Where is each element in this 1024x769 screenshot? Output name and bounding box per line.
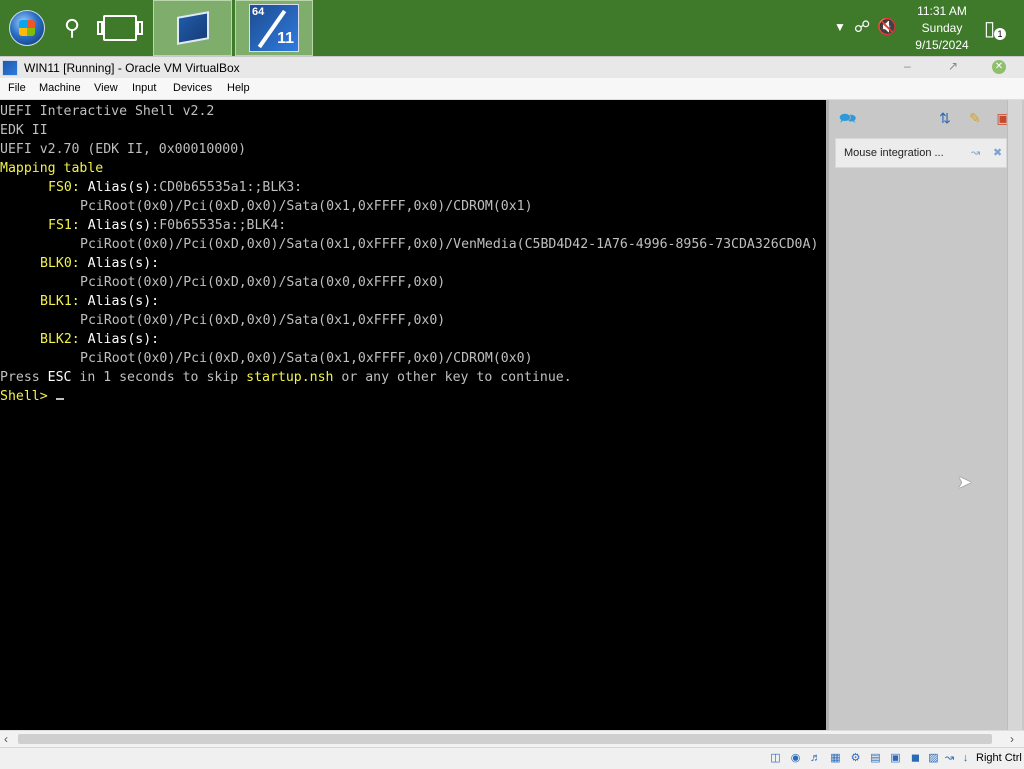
console-device-path: PciRoot(0x0)/Pci(0xD,0x0)/Sata(0x0,0xFFF… bbox=[80, 275, 446, 290]
close-button[interactable]: ✕ bbox=[992, 60, 1006, 74]
menu-file[interactable]: File bbox=[8, 82, 26, 94]
display-icon[interactable]: ▣ bbox=[888, 751, 903, 766]
scrollbar-thumb[interactable] bbox=[18, 734, 992, 744]
message-icon[interactable]: 🗪 bbox=[839, 110, 856, 126]
side-panel-scrollbar[interactable] bbox=[1007, 100, 1022, 730]
console-line-mapping-table: Mapping table bbox=[0, 161, 104, 176]
win11-vm-taskbar-button[interactable]: 64 11 bbox=[235, 0, 313, 56]
console-alias-value: :CD0b65535a1:;BLK3: bbox=[151, 180, 303, 195]
show-hidden-icons-chevron-icon[interactable]: ▼ bbox=[834, 20, 846, 34]
console-alias-label: Alias(s) bbox=[87, 180, 152, 195]
vm-badge-version: 11 bbox=[277, 30, 294, 47]
clock-day: Sunday bbox=[921, 21, 963, 35]
side-panel-toolbar: 🗪 ⇅ ✎ ▣ bbox=[829, 100, 1024, 134]
horizontal-scrollbar[interactable]: ‹ › bbox=[0, 730, 1024, 748]
audio-icon[interactable]: ♬ bbox=[808, 751, 823, 766]
start-button[interactable] bbox=[4, 0, 50, 56]
notification-side-panel: 🗪 ⇅ ✎ ▣ Mouse integration ... ↝ ✖ bbox=[826, 100, 1024, 730]
shared-folders-icon[interactable]: ▤ bbox=[868, 751, 883, 766]
network-icon[interactable]: ☍ bbox=[854, 17, 870, 37]
console-line-edk: EDK II bbox=[0, 123, 48, 138]
vm-badge-bits: 64 bbox=[252, 6, 265, 18]
clock[interactable]: 11:31 AM Sunday 9/15/2024 bbox=[894, 3, 990, 54]
scroll-left-icon[interactable]: ‹ bbox=[4, 732, 8, 746]
windows-start-orb bbox=[9, 10, 45, 46]
mouse-integration-label: Mouse integration ... bbox=[844, 147, 944, 159]
keyboard-capture-icon[interactable]: ↓ bbox=[958, 751, 973, 766]
console-alias-value: :F0b65535a:;BLK4: bbox=[151, 218, 287, 233]
taskbar: ⚲ 64 11 ▼ ☍ 🔇 11:31 AM Sunday 9/15/2024 … bbox=[0, 0, 1024, 56]
clock-date: 9/15/2024 bbox=[915, 38, 969, 52]
windows-11-vm-icon: 64 11 bbox=[249, 4, 299, 52]
console-alias-label: Alias(s) bbox=[87, 218, 152, 233]
sort-icon[interactable]: ⇅ bbox=[937, 110, 953, 126]
console-device-fs0: FS0: bbox=[48, 180, 80, 195]
menu-help[interactable]: Help bbox=[227, 82, 250, 94]
window-title: WIN11 [Running] - Oracle VM VirtualBox bbox=[24, 61, 240, 75]
mouse-integration-toggle-icon[interactable]: ↝ bbox=[971, 146, 980, 159]
menu-machine[interactable]: Machine bbox=[39, 82, 81, 94]
console-line-uefi-version: UEFI v2.70 (EDK II, 0x00010000) bbox=[0, 142, 247, 157]
console-line-shell-prompt: Shell> bbox=[0, 387, 64, 406]
vm-display[interactable]: UEFI Interactive Shell v2.2 EDK II UEFI … bbox=[0, 100, 826, 730]
clock-time: 11:31 AM bbox=[917, 4, 967, 18]
console-device-blk1: BLK1: bbox=[40, 294, 80, 309]
window-titlebar: WIN11 [Running] - Oracle VM VirtualBox –… bbox=[0, 56, 1024, 79]
minimize-button[interactable]: – bbox=[904, 59, 911, 73]
close-notification-icon[interactable]: ✖ bbox=[993, 146, 1002, 159]
menu-bar: File Machine View Input Devices Help bbox=[0, 78, 1024, 100]
virtualbox-taskbar-button[interactable] bbox=[153, 0, 232, 56]
vm-status-bar: ◫ ◉ ♬ ▦ ⚙ ▤ ▣ ◼ ▨ ↝ ↓ Right Ctrl bbox=[0, 747, 1024, 769]
search-button[interactable]: ⚲ bbox=[56, 0, 88, 56]
action-center-icon[interactable]: ▯ 1 bbox=[984, 16, 1006, 41]
mouse-integration-notification[interactable]: Mouse integration ... ↝ ✖ bbox=[835, 138, 1007, 168]
console-line-startup-prompt: Press ESC in 1 seconds to skip startup.n… bbox=[0, 370, 572, 385]
virtualbox-app-icon bbox=[173, 8, 213, 48]
hard-disk-icon[interactable]: ◫ bbox=[768, 751, 783, 766]
console-device-path: PciRoot(0x0)/Pci(0xD,0x0)/Sata(0x1,0xFFF… bbox=[80, 313, 446, 328]
mouse-integration-icon[interactable]: ↝ bbox=[942, 751, 957, 766]
video-capture-icon[interactable]: ◼ bbox=[908, 751, 923, 766]
shell-prompt: Shell> bbox=[0, 389, 48, 404]
network-adapter-icon[interactable]: ▦ bbox=[828, 751, 843, 766]
console-line-shell-version: UEFI Interactive Shell v2.2 bbox=[0, 104, 215, 119]
cpu-icon[interactable]: ▨ bbox=[926, 751, 941, 766]
dismiss-all-icon[interactable]: ✎ bbox=[967, 110, 983, 126]
mouse-pointer-icon: ➤ bbox=[957, 472, 973, 492]
menu-input[interactable]: Input bbox=[132, 82, 156, 94]
console-device-path: PciRoot(0x0)/Pci(0xD,0x0)/Sata(0x1,0xFFF… bbox=[80, 237, 819, 252]
console-device-blk2: BLK2: bbox=[40, 332, 80, 347]
host-key-label: Right Ctrl bbox=[976, 752, 1022, 764]
console-alias-label: Alias(s): bbox=[87, 332, 160, 347]
console-alias-label: Alias(s): bbox=[87, 256, 160, 271]
scroll-right-icon[interactable]: › bbox=[1010, 732, 1014, 746]
console-device-path: PciRoot(0x0)/Pci(0xD,0x0)/Sata(0x1,0xFFF… bbox=[80, 199, 533, 214]
optical-drive-icon[interactable]: ◉ bbox=[788, 751, 803, 766]
notification-count-badge: 1 bbox=[994, 28, 1006, 40]
console-alias-label: Alias(s): bbox=[87, 294, 160, 309]
virtualbox-window-icon bbox=[2, 60, 18, 76]
usb-icon[interactable]: ⚙ bbox=[848, 751, 863, 766]
task-view-icon bbox=[97, 15, 143, 41]
text-cursor bbox=[55, 398, 64, 400]
console-device-blk0: BLK0: bbox=[40, 256, 80, 271]
menu-devices[interactable]: Devices bbox=[173, 82, 212, 94]
system-tray: ▼ ☍ 🔇 11:31 AM Sunday 9/15/2024 ▯ 1 bbox=[824, 0, 1024, 56]
search-icon: ⚲ bbox=[63, 15, 81, 40]
console-device-fs1: FS1: bbox=[48, 218, 80, 233]
menu-view[interactable]: View bbox=[94, 82, 118, 94]
console-device-path: PciRoot(0x0)/Pci(0xD,0x0)/Sata(0x1,0xFFF… bbox=[80, 351, 533, 366]
restore-button[interactable]: ↗ bbox=[948, 59, 958, 73]
task-view-button[interactable] bbox=[96, 0, 144, 56]
